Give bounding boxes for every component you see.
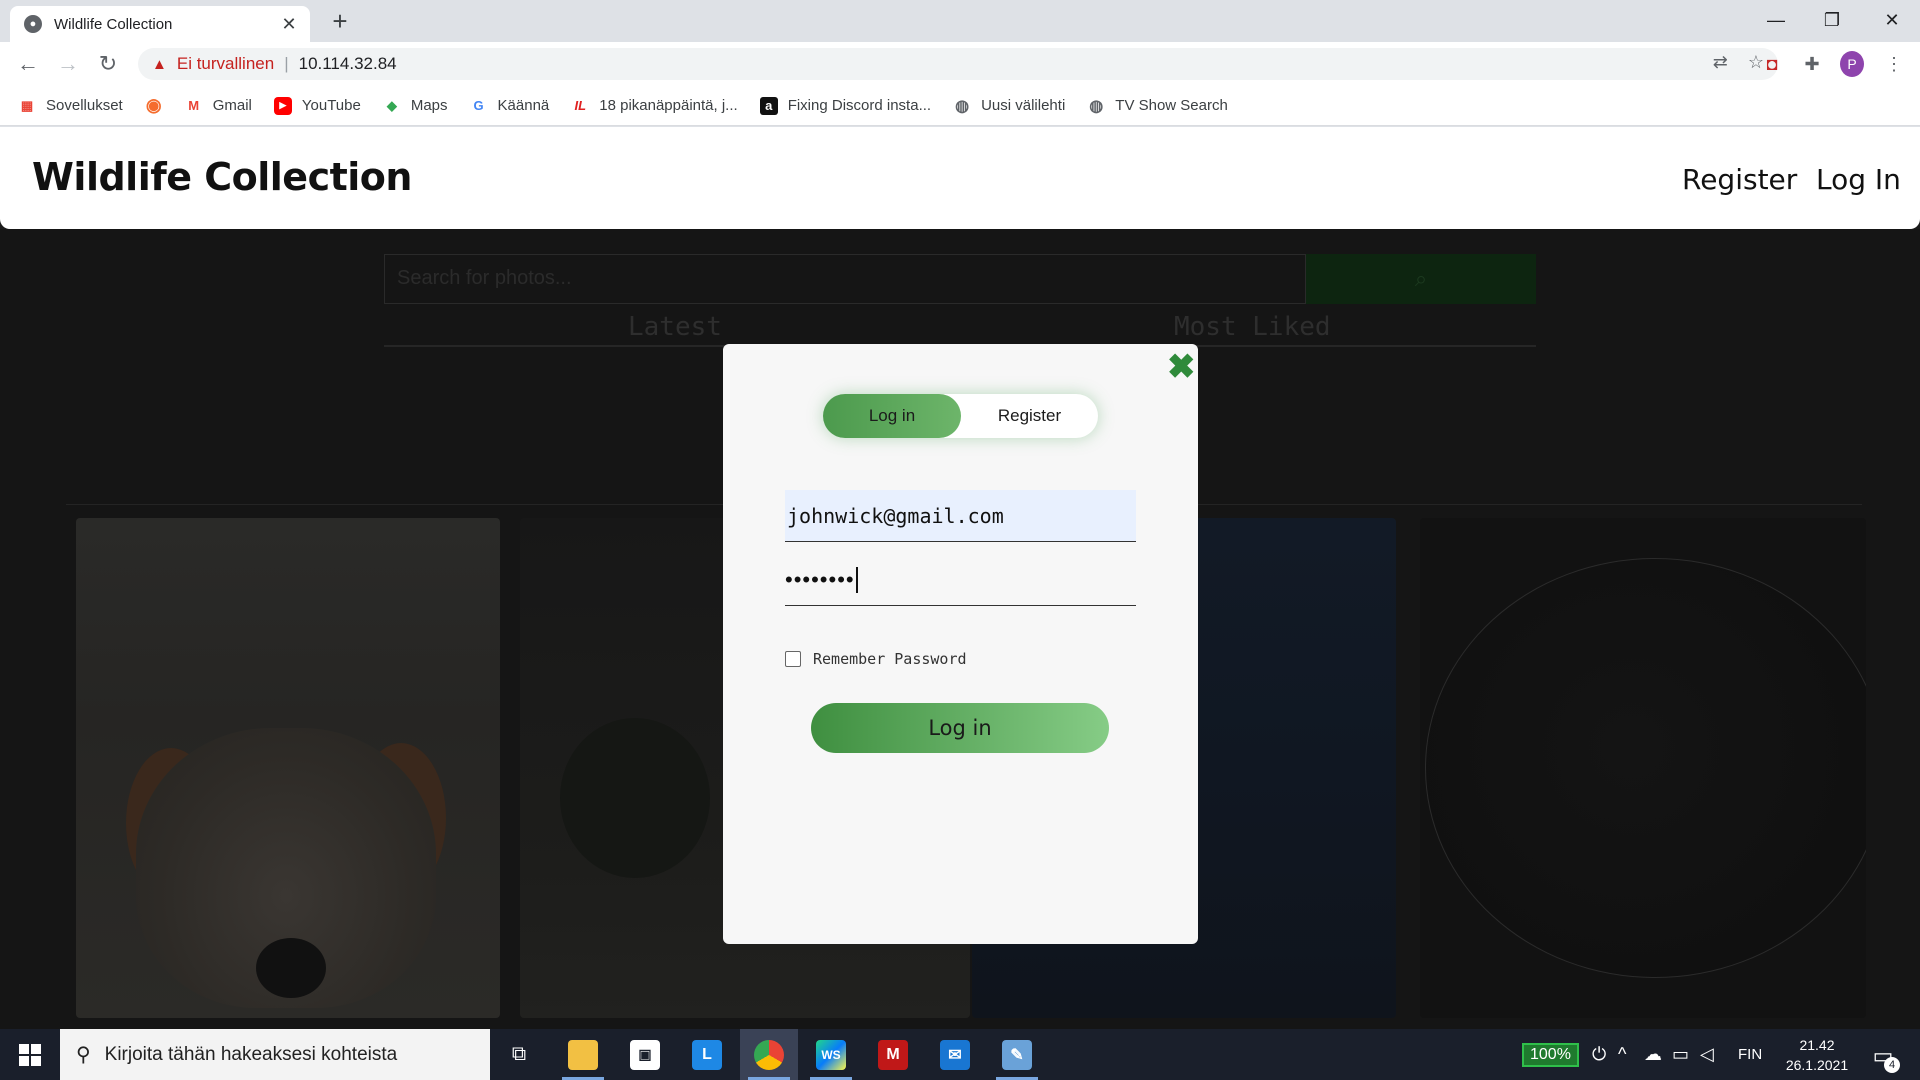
- photo-card-moon[interactable]: [1420, 518, 1866, 1018]
- paint-icon[interactable]: ✎: [988, 1029, 1046, 1080]
- bookmark-translate[interactable]: G Käännä: [470, 97, 549, 115]
- tab-latest[interactable]: Latest: [628, 312, 722, 342]
- photo-card-dog[interactable]: [76, 518, 500, 1018]
- volume-icon[interactable]: ◁: [1700, 1029, 1714, 1080]
- text-caret: [855, 566, 858, 593]
- bookmark-origin[interactable]: ◉: [145, 95, 163, 115]
- bookmark-apps[interactable]: ▦ Sovellukset: [18, 97, 123, 115]
- remember-label: Remember Password: [813, 650, 967, 668]
- clock[interactable]: 21.42 26.1.2021: [1772, 1035, 1862, 1075]
- site-header: Wildlife Collection Register Log In: [0, 127, 1920, 229]
- forward-icon[interactable]: →: [54, 50, 82, 78]
- warning-icon[interactable]: ▲: [152, 56, 167, 73]
- close-tab-icon[interactable]: ✕: [278, 14, 300, 35]
- remember-password[interactable]: Remember Password: [785, 650, 967, 668]
- reload-icon[interactable]: ↻: [94, 50, 122, 78]
- webstorm-icon[interactable]: WS: [802, 1029, 860, 1080]
- browser-tab[interactable]: ● Wildlife Collection ✕: [10, 6, 310, 42]
- search-icon: ⚲: [76, 1044, 91, 1066]
- search-icon: ⌕: [1414, 266, 1428, 291]
- browser-toolbar: ← → ↻ ▲ Ei turvallinen | 10.114.32.84 ⇄ …: [0, 42, 1920, 86]
- profile-avatar[interactable]: P: [1840, 51, 1864, 77]
- bookmark-new-tab[interactable]: ◍ Uusi välilehti: [953, 97, 1065, 115]
- search-button[interactable]: ⌕: [1306, 254, 1536, 304]
- email-field[interactable]: johnwick@gmail.com: [785, 490, 1136, 542]
- taskbar: ⚲ Kirjoita tähän hakeaksesi kohteista ⧉ …: [0, 1029, 1920, 1080]
- gallery-tabs: Latest Most Liked: [384, 312, 1536, 347]
- tab-strip: ● Wildlife Collection ✕ + — ❐ ✕: [0, 0, 1920, 42]
- back-icon[interactable]: ←: [14, 50, 42, 78]
- password-field[interactable]: ••••••••: [785, 554, 1136, 606]
- bookmark-tv-show-search[interactable]: ◍ TV Show Search: [1087, 97, 1228, 115]
- bookmarks-bar: ▦ Sovellukset ◉ M Gmail ▶ YouTube ◆ Maps…: [0, 86, 1920, 126]
- language-indicator[interactable]: FIN: [1738, 1029, 1762, 1080]
- auth-toggle: Log in Register: [823, 394, 1098, 438]
- mcafee-icon[interactable]: M: [864, 1029, 922, 1080]
- il-icon: IL: [574, 98, 587, 113]
- address-bar[interactable]: ▲ Ei turvallinen | 10.114.32.84 ⇄ ☆: [138, 48, 1778, 80]
- network-icon[interactable]: ▭: [1672, 1029, 1689, 1080]
- remember-checkbox[interactable]: [785, 651, 801, 667]
- tab-title: Wildlife Collection: [54, 15, 173, 33]
- extensions-icon[interactable]: ✚: [1800, 52, 1824, 76]
- site-brand[interactable]: Wildlife Collection: [32, 155, 412, 199]
- origin-icon: ◉: [145, 95, 162, 115]
- divider: |: [284, 54, 289, 73]
- mcafee-extension-icon[interactable]: ◘: [1760, 52, 1784, 76]
- close-icon[interactable]: ✖: [1167, 350, 1196, 384]
- onedrive-icon[interactable]: ☁: [1644, 1029, 1662, 1080]
- taskbar-search[interactable]: ⚲ Kirjoita tähän hakeaksesi kohteista: [60, 1029, 490, 1080]
- l-app-icon[interactable]: L: [678, 1029, 736, 1080]
- file-explorer-icon[interactable]: [554, 1029, 612, 1080]
- security-label[interactable]: Ei turvallinen: [177, 54, 274, 74]
- globe-icon: ◍: [1089, 97, 1104, 115]
- globe-icon: ●: [24, 15, 42, 33]
- mail-icon[interactable]: ✉: [926, 1029, 984, 1080]
- menu-icon[interactable]: ⋮: [1882, 52, 1906, 76]
- password-value: ••••••••: [785, 566, 855, 592]
- translate-icon[interactable]: ⇄: [1713, 52, 1728, 73]
- toggle-login-button[interactable]: Log in: [823, 394, 961, 438]
- bookmark-il[interactable]: IL 18 pikanäppäintä, j...: [571, 97, 737, 115]
- store-icon[interactable]: ▣: [616, 1029, 674, 1080]
- url-text[interactable]: 10.114.32.84: [299, 54, 397, 74]
- login-modal: ✖ Log in Register johnwick@gmail.com •••…: [723, 344, 1198, 944]
- clock-time: 21.42: [1799, 1037, 1835, 1053]
- task-view-icon[interactable]: ⧉: [490, 1029, 548, 1080]
- windows-icon: [19, 1043, 41, 1066]
- a-icon: a: [759, 96, 778, 115]
- login-submit-button[interactable]: Log in: [811, 703, 1109, 753]
- power-plug-icon[interactable]: ⏻: [1592, 1029, 1606, 1080]
- translate-icon: G: [473, 98, 484, 113]
- bookmark-gmail[interactable]: M Gmail: [185, 97, 252, 115]
- youtube-icon: ▶: [273, 96, 292, 115]
- clock-date: 26.1.2021: [1785, 1057, 1849, 1073]
- photo-search-input[interactable]: Search for photos...: [384, 254, 1306, 304]
- globe-icon: ◍: [955, 97, 970, 115]
- show-hidden-icons-icon[interactable]: ^: [1618, 1029, 1626, 1080]
- battery-indicator[interactable]: 100%: [1522, 1029, 1579, 1080]
- new-tab-button[interactable]: +: [325, 6, 355, 36]
- action-center-icon[interactable]: ▭ 4: [1866, 1039, 1900, 1073]
- minimize-icon[interactable]: —: [1748, 0, 1804, 40]
- nav-login-link[interactable]: Log In: [1816, 163, 1901, 196]
- bookmark-maps[interactable]: ◆ Maps: [383, 97, 448, 115]
- nav-register-link[interactable]: Register: [1682, 163, 1797, 196]
- bookmark-fixing-discord[interactable]: a Fixing Discord insta...: [759, 96, 931, 115]
- start-button[interactable]: [0, 1029, 60, 1080]
- maps-icon: ◆: [386, 97, 397, 113]
- gmail-icon: M: [188, 98, 200, 113]
- toggle-register-button[interactable]: Register: [961, 394, 1098, 438]
- notification-count: 4: [1884, 1057, 1900, 1073]
- bookmark-youtube[interactable]: ▶ YouTube: [273, 96, 361, 115]
- apps-grid-icon: ▦: [20, 97, 34, 113]
- close-window-icon[interactable]: ✕: [1864, 0, 1920, 40]
- restore-icon[interactable]: ❐: [1804, 0, 1860, 40]
- tab-most-liked[interactable]: Most Liked: [1174, 312, 1331, 342]
- chrome-icon[interactable]: [740, 1029, 798, 1080]
